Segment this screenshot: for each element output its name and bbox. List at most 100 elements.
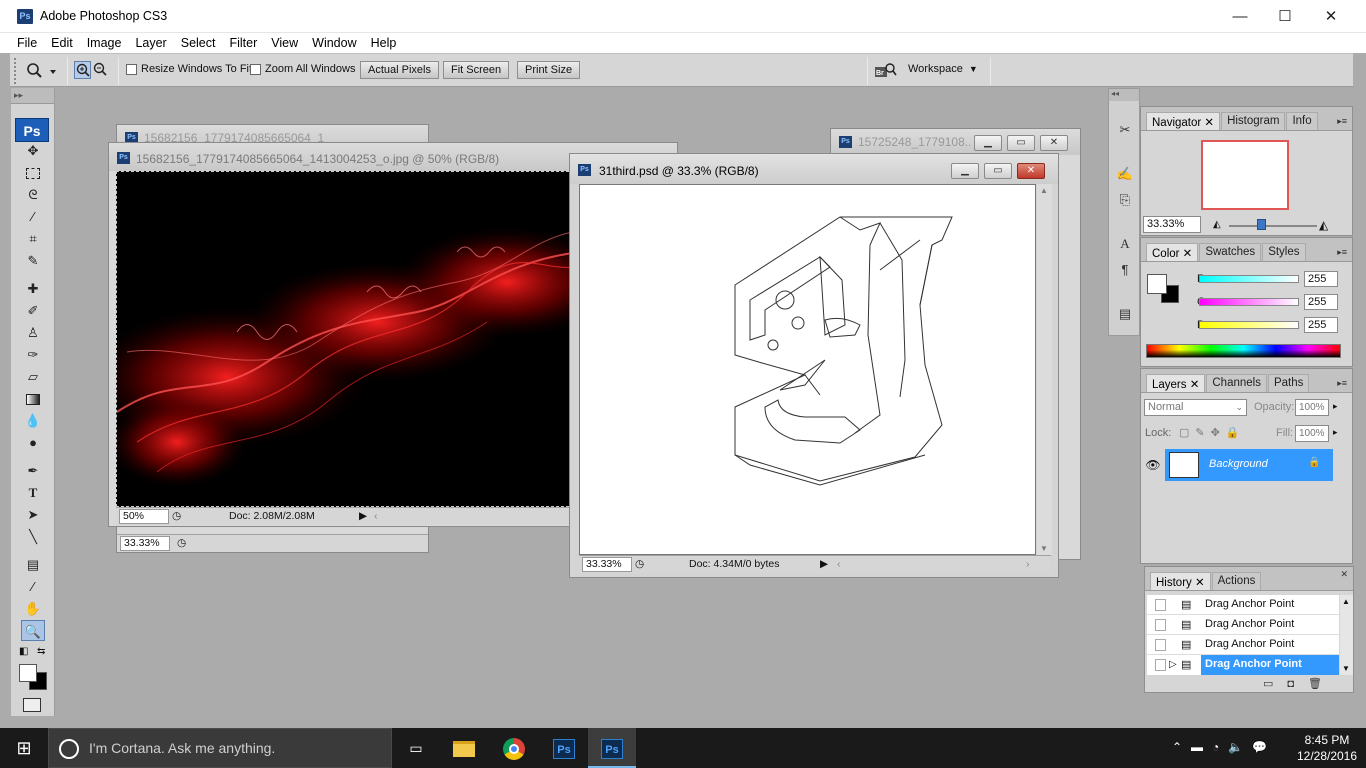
history-snapshot-box[interactable] bbox=[1155, 639, 1166, 651]
slice-tool-icon[interactable]: ✎ bbox=[21, 250, 45, 271]
swap-colors-icon[interactable]: ⇆ bbox=[37, 646, 45, 657]
history-item-current[interactable]: ▷ ▤ Drag Anchor Point bbox=[1147, 655, 1339, 675]
default-colors-icon[interactable]: ◧ bbox=[19, 646, 28, 657]
tab-paths[interactable]: Paths bbox=[1267, 374, 1310, 392]
clone-source-icon[interactable]: ⎘ bbox=[1114, 189, 1136, 211]
healing-brush-tool-icon[interactable]: ✚ bbox=[21, 278, 45, 299]
status-info-icon[interactable]: ◷ bbox=[635, 558, 644, 571]
menu-file[interactable]: File bbox=[10, 33, 44, 53]
tab-color[interactable]: Color ✕ bbox=[1146, 243, 1199, 261]
zoom-tool-icon[interactable]: 🔍 bbox=[21, 620, 45, 641]
history-snapshot-box[interactable] bbox=[1155, 659, 1166, 671]
options-grip[interactable] bbox=[14, 58, 18, 84]
marquee-tool-icon[interactable] bbox=[21, 162, 45, 183]
fit-screen-button[interactable]: Fit Screen bbox=[443, 61, 510, 79]
panel-menu-icon[interactable]: ▸≡ bbox=[1337, 378, 1347, 389]
tab-history[interactable]: History ✕ bbox=[1150, 572, 1211, 590]
task-view-icon[interactable]: ▭ bbox=[392, 728, 440, 768]
document-titlebar[interactable]: Ps 31third.psd @ 33.3% (RGB/8) ▁ ▭ ✕ bbox=[570, 154, 1058, 184]
zoom-out-small-icon[interactable]: ◭ bbox=[1213, 219, 1221, 230]
history-brush-tool-icon[interactable]: ✑ bbox=[21, 344, 45, 365]
photoshop-taskbar-icon[interactable]: Ps bbox=[540, 728, 588, 768]
panel-menu-icon[interactable]: ▸≡ bbox=[1337, 247, 1347, 258]
menu-select[interactable]: Select bbox=[174, 33, 223, 53]
menu-edit[interactable]: Edit bbox=[44, 33, 80, 53]
maximize-button[interactable]: ☐ bbox=[1262, 4, 1308, 30]
menu-help[interactable]: Help bbox=[364, 33, 404, 53]
bridge-button[interactable]: Br bbox=[874, 61, 898, 81]
history-footer-icons[interactable]: ▭◘🗑 bbox=[1263, 677, 1336, 690]
status-info-icon[interactable]: ◷ bbox=[172, 510, 181, 523]
menu-view[interactable]: View bbox=[264, 33, 305, 53]
zoom-tool-preset-picker[interactable] bbox=[24, 61, 58, 81]
eyedropper-tool-icon[interactable]: ⁄ bbox=[21, 576, 45, 597]
history-item[interactable]: ▤ Drag Anchor Point bbox=[1147, 595, 1339, 615]
actual-pixels-button[interactable]: Actual Pixels bbox=[360, 61, 439, 79]
system-tray-icons[interactable]: ⌃▬◔🔈💬 bbox=[1172, 740, 1276, 754]
tab-info[interactable]: Info bbox=[1286, 112, 1318, 130]
layer-visibility-eye-icon[interactable]: 👁 bbox=[1143, 449, 1163, 481]
scroll-down-icon[interactable]: ▼ bbox=[1342, 664, 1350, 673]
channel-r-value[interactable]: 255 bbox=[1304, 271, 1338, 287]
move-tool-icon[interactable]: ✥ bbox=[21, 140, 45, 161]
tool-presets-icon[interactable]: ✂ bbox=[1114, 119, 1136, 141]
opacity-field[interactable]: 100% bbox=[1295, 399, 1329, 416]
chrome-icon[interactable] bbox=[490, 728, 538, 768]
tab-styles[interactable]: Styles bbox=[1262, 243, 1306, 261]
status-info-icon[interactable]: ◷ bbox=[177, 537, 186, 550]
pen-tool-icon[interactable]: ✒ bbox=[21, 460, 45, 481]
scroll-up-icon[interactable]: ▲ bbox=[1342, 597, 1350, 606]
zoom-all-windows-checkbox[interactable]: Zoom All Windows bbox=[250, 63, 355, 75]
history-snapshot-box[interactable] bbox=[1155, 619, 1166, 631]
navigator-preview[interactable] bbox=[1201, 140, 1289, 210]
path-selection-tool-icon[interactable]: ➤ bbox=[21, 504, 45, 525]
blend-mode-select[interactable]: Normal ⌄ bbox=[1144, 399, 1247, 416]
panel-close-icon[interactable]: ✕ bbox=[1340, 569, 1348, 580]
minimize-button[interactable]: — bbox=[1217, 4, 1263, 30]
psd-canvas[interactable] bbox=[579, 184, 1036, 555]
scroll-left-icon[interactable]: ‹ bbox=[837, 558, 841, 571]
menu-filter[interactable]: Filter bbox=[222, 33, 264, 53]
file-explorer-icon[interactable] bbox=[440, 728, 488, 768]
menu-window[interactable]: Window bbox=[305, 33, 363, 53]
channel-r-slider[interactable] bbox=[1199, 275, 1299, 283]
scroll-left-icon[interactable]: ‹ bbox=[374, 510, 378, 523]
scroll-right-icon[interactable]: › bbox=[1026, 558, 1030, 571]
taskbar-clock[interactable]: 8:45 PM 12/28/2016 bbox=[1295, 732, 1359, 764]
tab-navigator[interactable]: Navigator ✕ bbox=[1146, 112, 1221, 130]
type-tool-icon[interactable]: T bbox=[21, 482, 45, 503]
foreground-color-swatch[interactable] bbox=[19, 664, 37, 682]
tab-swatches[interactable]: Swatches bbox=[1199, 243, 1262, 261]
zoom-out-mode-button[interactable] bbox=[92, 61, 109, 79]
navigator-zoom-slider[interactable] bbox=[1229, 225, 1317, 227]
notes-tool-icon[interactable]: ▤ bbox=[21, 554, 45, 575]
color-foreground-swatch[interactable] bbox=[1147, 274, 1167, 294]
resize-windows-checkbox[interactable]: Resize Windows To Fit bbox=[126, 63, 252, 75]
panel-menu-icon[interactable]: ▸≡ bbox=[1337, 116, 1347, 127]
line-tool-icon[interactable]: ╲ bbox=[21, 526, 45, 547]
minimize-doc-button[interactable]: ▁ bbox=[951, 163, 979, 179]
clone-stamp-tool-icon[interactable]: ♙ bbox=[21, 322, 45, 343]
brush-tool-icon[interactable]: ✐ bbox=[21, 300, 45, 321]
crop-tool-icon[interactable]: ⌗ bbox=[21, 228, 45, 249]
status-menu-arrow-icon[interactable]: ▶ bbox=[359, 510, 367, 523]
lasso-tool-icon[interactable]: ᘓ bbox=[21, 184, 45, 205]
history-scrollbar[interactable]: ▲ ▼ bbox=[1340, 595, 1353, 675]
zoom-slider-thumb[interactable] bbox=[1257, 219, 1266, 230]
minimize-doc-button[interactable]: ▁ bbox=[974, 135, 1002, 151]
history-item[interactable]: ▤ Drag Anchor Point bbox=[1147, 615, 1339, 635]
tab-layers[interactable]: Layers ✕ bbox=[1146, 374, 1206, 392]
workspace-menu[interactable]: Workspace ▼ bbox=[908, 60, 978, 80]
menu-image[interactable]: Image bbox=[80, 33, 129, 53]
zoom-field[interactable]: 50% bbox=[119, 509, 169, 524]
close-doc-button[interactable]: ✕ bbox=[1040, 135, 1068, 151]
layer-comps-icon[interactable]: ▤ bbox=[1114, 303, 1136, 325]
navigator-zoom-field[interactable]: 33.33% bbox=[1143, 216, 1201, 233]
close-button[interactable]: ✕ bbox=[1308, 4, 1354, 30]
paragraph-icon[interactable]: ¶ bbox=[1114, 259, 1136, 281]
opacity-dropdown-icon[interactable]: ▸ bbox=[1333, 401, 1338, 412]
channel-g-value[interactable]: 255 bbox=[1304, 294, 1338, 310]
fill-dropdown-icon[interactable]: ▸ bbox=[1333, 427, 1338, 438]
quick-mask-icon[interactable] bbox=[23, 698, 41, 712]
dodge-tool-icon[interactable]: ● bbox=[21, 432, 45, 453]
